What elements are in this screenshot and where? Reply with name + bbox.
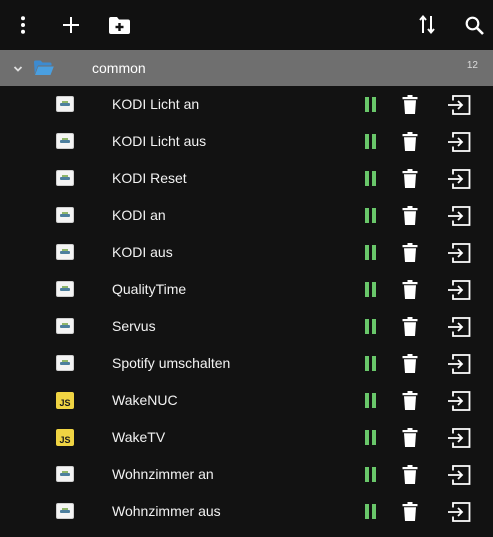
script-row[interactable]: JS WakeTV [0,419,493,456]
script-name: KODI an [112,207,166,223]
trash-icon[interactable] [402,465,418,484]
export-icon[interactable] [447,206,471,226]
pause-icon[interactable] [364,504,378,520]
script-row[interactable]: KODI Licht an [0,86,493,123]
trash-icon[interactable] [402,428,418,447]
pause-icon[interactable] [364,282,378,298]
script-row[interactable]: QualityTime [0,271,493,308]
folder-plus-icon [108,16,130,34]
trash-icon[interactable] [402,243,418,262]
blockly-icon [56,503,74,519]
blockly-icon [56,244,74,260]
export-icon[interactable] [447,428,471,448]
script-name: Wohnzimmer an [112,466,214,482]
sort-button[interactable] [404,0,450,50]
toolbar [0,0,493,50]
blockly-icon [56,170,74,186]
script-name: KODI aus [112,244,173,260]
pause-icon[interactable] [364,356,378,372]
pause-icon[interactable] [364,467,378,483]
more-vertical-icon [20,16,26,34]
pause-icon[interactable] [364,319,378,335]
trash-icon[interactable] [402,169,418,188]
blockly-icon [56,133,74,149]
script-name: QualityTime [112,281,187,297]
search-button[interactable] [451,0,493,50]
folder-open-icon [34,60,54,76]
export-icon[interactable] [447,391,471,411]
sort-arrows-icon [419,15,435,35]
export-icon[interactable] [447,465,471,485]
script-row[interactable]: Spotify umschalten [0,345,493,382]
export-icon[interactable] [447,502,471,522]
script-row[interactable]: JS WakeNUC [0,382,493,419]
folder-item-count: 12 [466,60,478,71]
blockly-icon [56,281,74,297]
trash-icon[interactable] [402,354,418,373]
script-row[interactable]: KODI aus [0,234,493,271]
add-script-button[interactable] [48,0,94,50]
trash-icon[interactable] [402,280,418,299]
script-name: Servus [112,318,156,334]
pause-icon[interactable] [364,430,378,446]
script-row[interactable]: Servus [0,308,493,345]
trash-icon[interactable] [402,95,418,114]
pause-icon[interactable] [364,97,378,113]
script-name: WakeTV [112,429,166,445]
script-name: WakeNUC [112,392,178,408]
export-icon[interactable] [447,132,471,152]
script-tree: common 12 KODI Licht an KODI Licht aus KOD… [0,50,493,537]
pause-icon[interactable] [364,171,378,187]
pause-icon[interactable] [364,393,378,409]
add-folder-button[interactable] [96,0,142,50]
search-icon [465,16,484,35]
script-name: Wohnzimmer aus [112,503,221,519]
javascript-icon: JS [56,392,74,409]
export-icon[interactable] [447,354,471,374]
export-icon[interactable] [447,169,471,189]
export-icon[interactable] [447,317,471,337]
trash-icon[interactable] [402,206,418,225]
blockly-icon [56,466,74,482]
script-row[interactable]: KODI Reset [0,160,493,197]
blockly-icon [56,207,74,223]
script-row[interactable]: Wohnzimmer aus [0,493,493,530]
export-icon[interactable] [447,95,471,115]
trash-icon[interactable] [402,391,418,410]
export-icon[interactable] [447,243,471,263]
script-name: KODI Reset [112,170,187,186]
trash-icon[interactable] [402,317,418,336]
plus-icon [63,17,79,33]
pause-icon[interactable] [364,134,378,150]
chevron-down-icon[interactable] [10,61,26,77]
script-name: Spotify umschalten [112,355,231,371]
pause-icon[interactable] [364,208,378,224]
script-row[interactable]: Wohnzimmer an [0,456,493,493]
more-menu-button[interactable] [0,0,46,50]
trash-icon[interactable] [402,132,418,151]
script-row[interactable]: KODI Licht aus [0,123,493,160]
script-name: KODI Licht an [112,96,200,112]
export-icon[interactable] [447,280,471,300]
folder-name: common [92,60,146,76]
blockly-icon [56,96,74,112]
pause-icon[interactable] [364,245,378,261]
script-row[interactable]: KODI an [0,197,493,234]
blockly-icon [56,318,74,334]
trash-icon[interactable] [402,502,418,521]
javascript-icon: JS [56,429,74,446]
script-name: KODI Licht aus [112,133,207,149]
blockly-icon [56,355,74,371]
folder-row-common[interactable]: common 12 [0,50,493,86]
